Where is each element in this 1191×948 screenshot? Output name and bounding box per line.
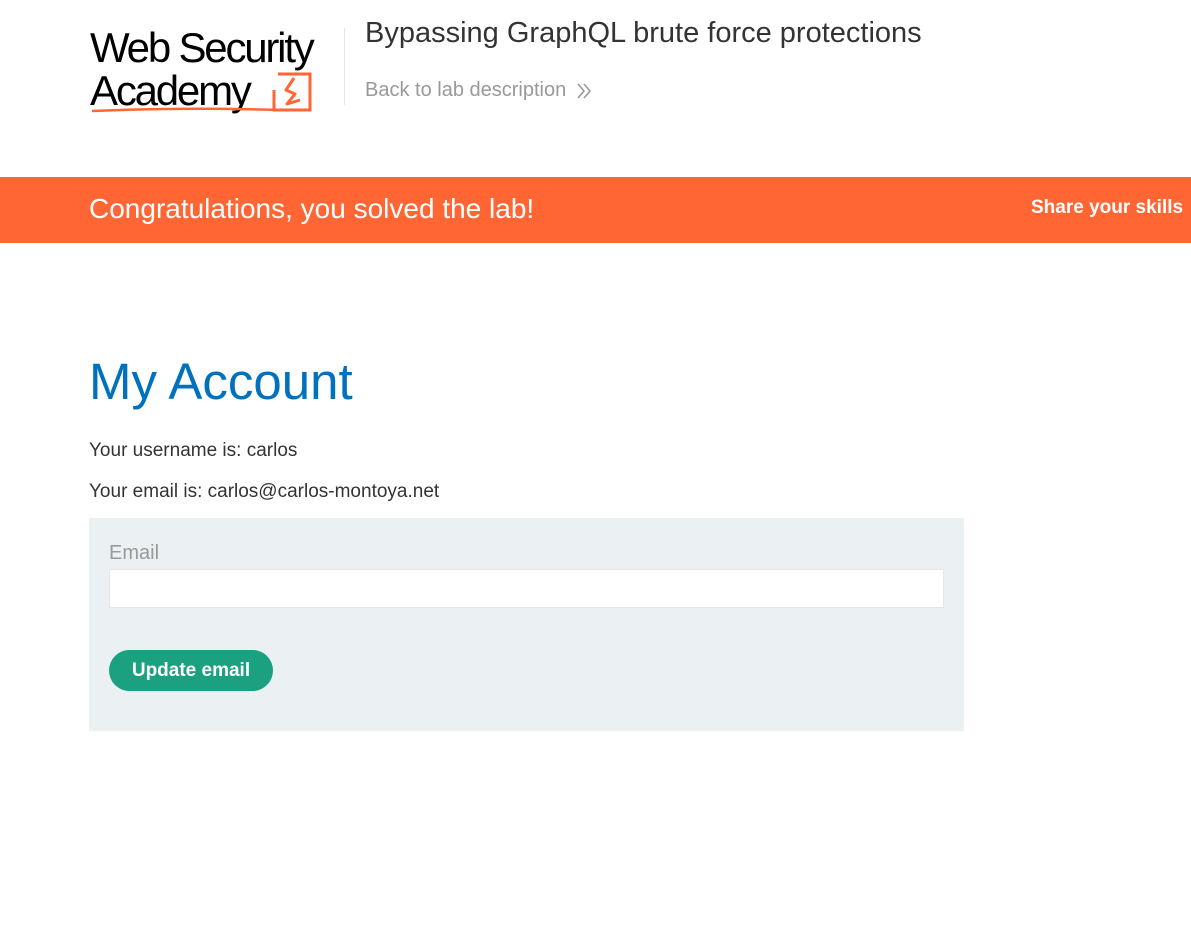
web-security-academy-logo[interactable]: Web Security Academy	[90, 24, 342, 116]
username-line: Your username is: carlos	[89, 440, 298, 461]
header-divider	[344, 28, 345, 105]
solved-message: Congratulations, you solved the lab!	[89, 193, 535, 224]
lab-solved-banner: Congratulations, you solved the lab! Sha…	[0, 177, 1191, 243]
share-your-skills-link[interactable]: Share your skills	[1031, 197, 1183, 219]
update-email-button[interactable]: Update email	[109, 650, 273, 691]
back-link-label: Back to lab description	[365, 79, 567, 101]
back-to-lab-description-link[interactable]: Back to lab description	[365, 79, 592, 102]
page-header: Web Security Academy Bypassing GraphQL b…	[0, 0, 1191, 177]
email-line: Your email is: carlos@carlos-montoya.net	[89, 481, 440, 502]
double-chevron-right-icon	[577, 82, 592, 99]
page-title: My Account	[89, 353, 353, 410]
logo-underline-swoosh	[91, 107, 279, 113]
email-label: Email	[109, 542, 160, 564]
lab-title: Bypassing GraphQL brute force protection…	[365, 17, 922, 49]
change-email-form: Email Update email	[89, 518, 964, 731]
email-input[interactable]	[109, 569, 944, 608]
logo-text-line1: Web Security	[90, 24, 315, 71]
